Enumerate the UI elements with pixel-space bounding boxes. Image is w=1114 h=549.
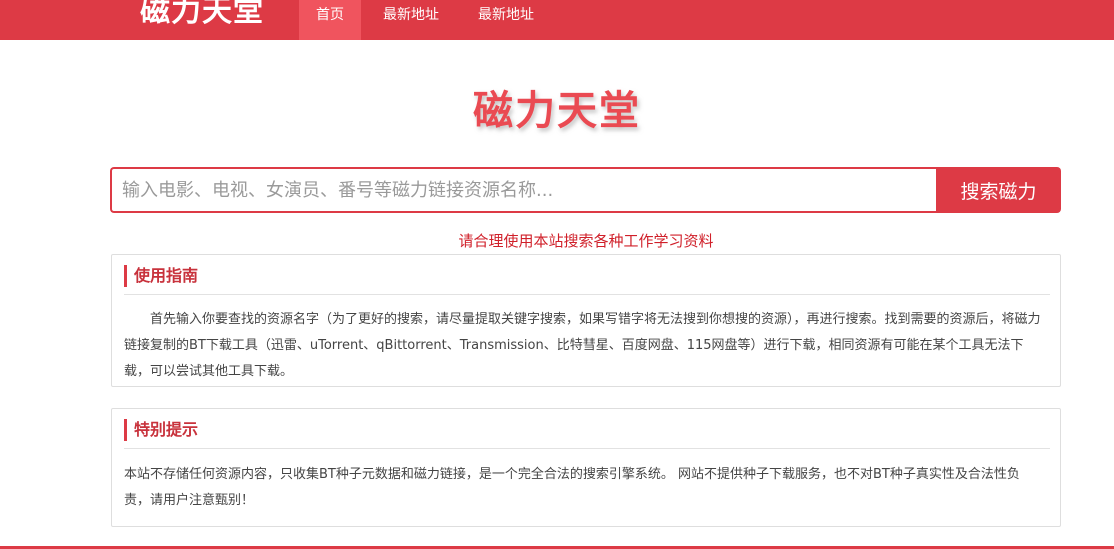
usage-notice: 请合理使用本站搜索各种工作学习资料 (458, 232, 714, 250)
guide-title: 使用指南 (134, 266, 199, 285)
brand-title: 磁力天堂 (473, 88, 641, 134)
nav-item-label: 最新地址 (478, 7, 534, 23)
nav-item-label: 最新地址 (383, 7, 439, 23)
nav-item-latest-address-1[interactable]: 最新地址 (369, 0, 453, 40)
title-accent-bar (124, 419, 127, 441)
nav-item-home[interactable]: 首页 (299, 0, 361, 40)
nav-item-label: 首页 (316, 7, 344, 23)
top-navbar: 磁力天堂 首页 最新地址 最新地址 (0, 0, 1114, 40)
tips-panel: 特别提示 本站不存储任何资源内容，只收集BT种子元数据和磁力链接，是一个完全合法… (111, 408, 1061, 527)
title-accent-bar (124, 265, 127, 287)
tips-panel-header: 特别提示 (124, 419, 1050, 449)
nav-logo[interactable]: 磁力天堂 (140, 0, 264, 30)
guide-panel-header: 使用指南 (124, 265, 1050, 295)
search-input[interactable] (110, 167, 938, 213)
tips-body: 本站不存储任何资源内容，只收集BT种子元数据和磁力链接，是一个完全合法的搜索引擎… (124, 467, 1020, 508)
tips-title: 特别提示 (134, 420, 199, 439)
search-button[interactable]: 搜索磁力 (936, 167, 1061, 213)
brand-logo: 磁力天堂 (0, 78, 1114, 136)
guide-panel: 使用指南 首先输入你要查找的资源名字（为了更好的搜索，请尽量提取关键字搜索，如果… (111, 254, 1061, 387)
nav-item-latest-address-2[interactable]: 最新地址 (464, 0, 548, 40)
guide-body: 首先输入你要查找的资源名字（为了更好的搜索，请尽量提取关键字搜索，如果写错字将无… (124, 312, 1041, 379)
search-form: 搜索磁力 (110, 167, 1061, 213)
